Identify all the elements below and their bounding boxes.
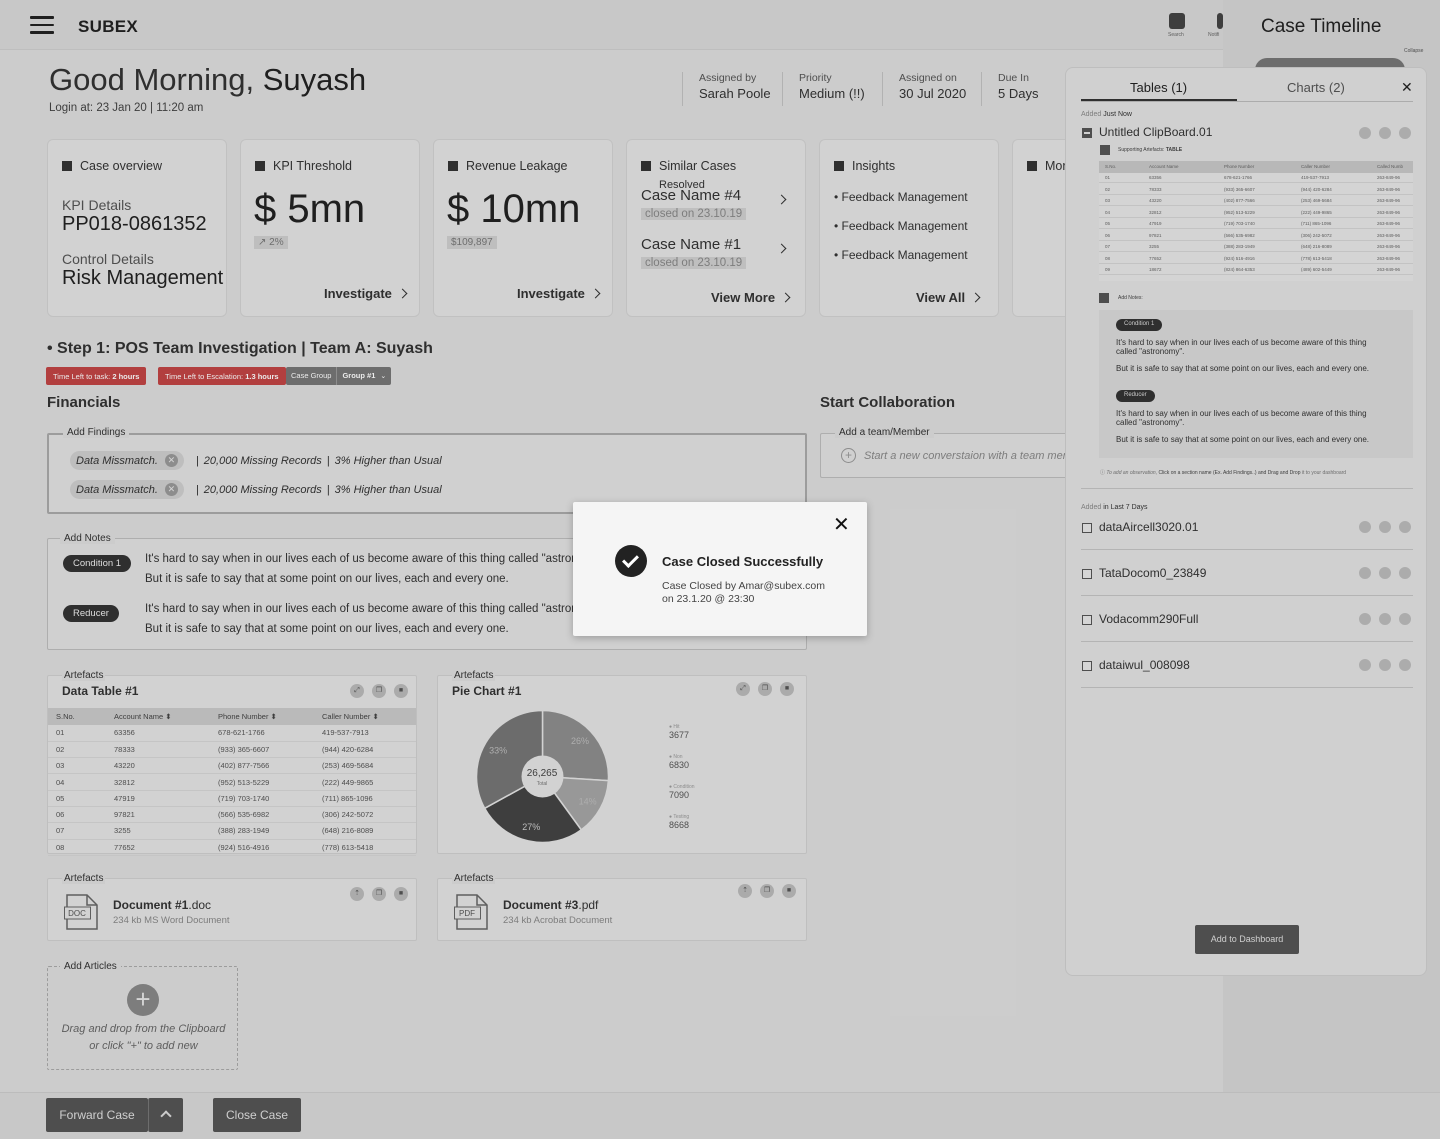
modal-line: on 23.1.20 @ 23:30 (662, 593, 755, 605)
check-circle-icon (615, 545, 647, 577)
case-closed-modal: ✕ Case Closed Successfully Case Closed b… (573, 502, 867, 636)
modal-line: Case Closed by Amar@subex.com (662, 580, 825, 592)
close-modal-icon[interactable]: ✕ (833, 512, 850, 537)
modal-message: Case Closed by Amar@subex.com on 23.1.20 … (662, 580, 825, 606)
modal-title: Case Closed Successfully (662, 554, 824, 569)
